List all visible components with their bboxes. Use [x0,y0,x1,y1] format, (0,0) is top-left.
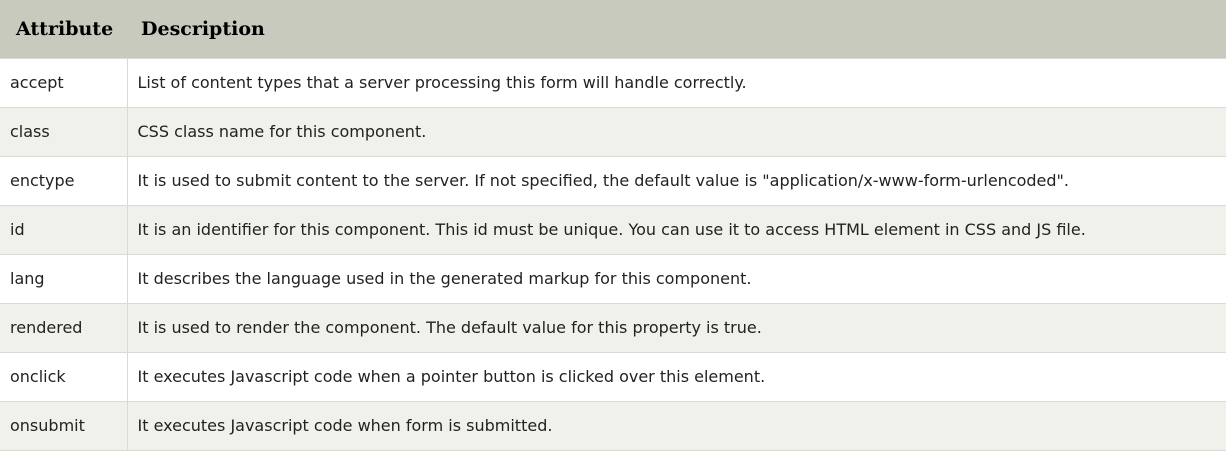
table-header: Attribute Description [0,0,1226,58]
attributes-table: Attribute Description accept List of con… [0,0,1226,451]
table-row: rendered It is used to render the compon… [0,303,1226,353]
description-cell: It is used to render the component. The … [127,303,1226,353]
attribute-cell: accept [0,57,128,108]
header-description: Description [141,17,265,40]
description-cell: It is an identifier for this component. … [127,205,1226,255]
table-row: lang It describes the language used in t… [0,254,1226,304]
table-row: onsubmit It executes Javascript code whe… [0,401,1226,451]
table-row: onclick It executes Javascript code when… [0,352,1226,402]
description-cell: It executes Javascript code when form is… [127,401,1226,451]
attribute-cell: enctype [0,156,128,206]
description-cell: CSS class name for this component. [127,107,1226,157]
attribute-cell: lang [0,254,128,304]
table-body: accept List of content types that a serv… [0,57,1226,451]
description-cell: It describes the language used in the ge… [127,254,1226,304]
description-cell: List of content types that a server proc… [127,57,1226,108]
attribute-cell: rendered [0,303,128,353]
attribute-cell: class [0,107,128,157]
description-cell: It executes Javascript code when a point… [127,352,1226,402]
table-row: enctype It is used to submit content to … [0,156,1226,206]
table-row: id It is an identifier for this componen… [0,205,1226,255]
header-attribute: Attribute [16,17,114,40]
attribute-cell: id [0,205,128,255]
attribute-cell: onclick [0,352,128,402]
description-cell: It is used to submit content to the serv… [127,156,1226,206]
header-row: Attribute Description [0,0,1226,58]
table-row: class CSS class name for this component. [0,107,1226,157]
attribute-cell: onsubmit [0,401,128,451]
table-row: accept List of content types that a serv… [0,57,1226,108]
